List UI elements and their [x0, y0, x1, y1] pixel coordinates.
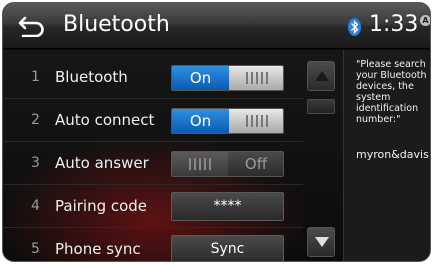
pairing-prompt: "Please search your Bluetooth devices, t… [356, 59, 427, 125]
bluetooth-icon [348, 18, 361, 36]
auto-connect-toggle[interactable]: On [171, 108, 284, 134]
toggle-on-label: On [172, 109, 229, 133]
row-label: Auto connect [55, 111, 155, 129]
pairing-code-button[interactable]: **** [171, 192, 284, 221]
scrollbar-thumb[interactable] [307, 99, 335, 114]
scroll-down-button[interactable] [307, 227, 335, 257]
row-number: 3 [31, 155, 40, 171]
grip-icon [189, 158, 211, 170]
list-item-bluetooth: 1 Bluetooth On [3, 56, 303, 99]
row-label: Phone sync [55, 240, 141, 258]
list-item-phone-sync: 5 Phone sync Sync [3, 228, 303, 261]
back-button[interactable] [17, 15, 47, 38]
list-item-auto-connect: 2 Auto connect On [3, 99, 303, 142]
row-label: Pairing code [55, 197, 148, 215]
toggle-on-label: On [172, 66, 229, 90]
row-label: Bluetooth [55, 68, 128, 86]
settings-list: 1 Bluetooth On 2 Auto connect On 3 Auto … [3, 50, 343, 261]
auto-answer-toggle[interactable]: Off [171, 151, 284, 177]
toggle-knob [229, 66, 283, 90]
screen-frame: Bluetooth 1:33 A 1 Bluetooth On 2 Auto c… [2, 2, 431, 262]
scroll-up-button[interactable] [307, 61, 335, 91]
device-name: myron&davis [356, 148, 429, 161]
header-bar: Bluetooth 1:33 A [3, 3, 430, 49]
clock: 1:33 [369, 12, 419, 37]
row-label: Auto answer [55, 154, 149, 172]
row-number: 1 [31, 69, 40, 85]
row-number: 2 [31, 112, 40, 128]
list-item-pairing-code: 4 Pairing code **** [3, 185, 303, 228]
page-title: Bluetooth [63, 12, 170, 37]
alarm-badge-icon: A [420, 15, 430, 26]
toggle-off-label: Off [228, 152, 283, 176]
row-number: 4 [31, 198, 40, 214]
row-number: 5 [31, 241, 40, 257]
bluetooth-toggle[interactable]: On [171, 65, 284, 91]
grip-icon [245, 115, 268, 127]
grip-icon [245, 72, 268, 84]
sync-button[interactable]: Sync [171, 235, 284, 261]
toggle-knob [229, 109, 283, 133]
back-arrow-icon [18, 16, 44, 38]
list-item-auto-answer: 3 Auto answer Off [3, 142, 303, 185]
triangle-up-icon [315, 71, 329, 81]
toggle-knob [172, 152, 228, 176]
info-panel: "Please search your Bluetooth devices, t… [343, 50, 430, 261]
triangle-down-icon [315, 237, 329, 247]
